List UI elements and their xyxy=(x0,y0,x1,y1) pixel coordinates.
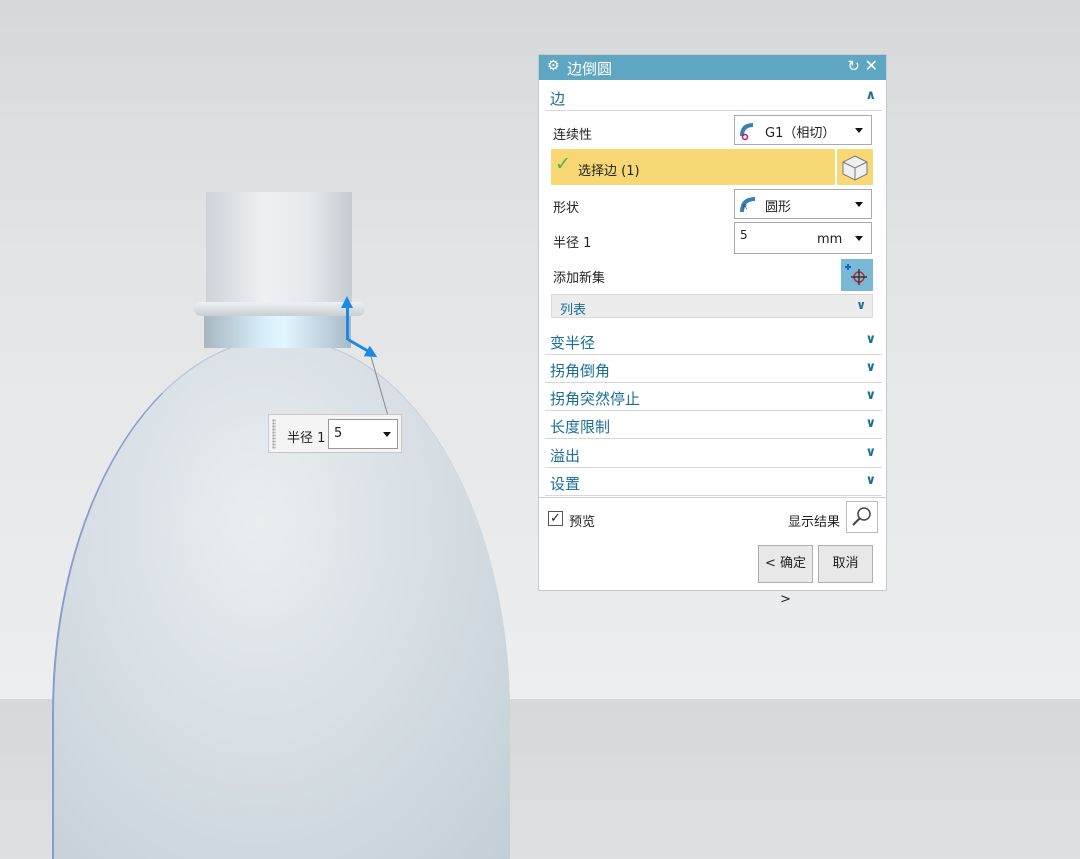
chevron-down-icon[interactable]: ∨ xyxy=(856,298,866,312)
section-stop-short[interactable]: 拐角突然停止 ∨ xyxy=(545,384,882,411)
chevron-down-icon[interactable] xyxy=(855,236,863,241)
preview-checkbox[interactable]: ✓ xyxy=(548,511,563,526)
radius-label: 半径 1 xyxy=(553,236,592,251)
section-corner-setback[interactable]: 拐角倒角 ∨ xyxy=(545,356,882,383)
reset-icon[interactable]: ↻ xyxy=(847,57,860,75)
chevron-down-icon[interactable]: ∨ xyxy=(865,473,876,488)
chevron-down-icon[interactable] xyxy=(383,432,391,437)
chevron-down-icon[interactable]: ∨ xyxy=(865,445,876,460)
dialog-title: 边倒圆 xyxy=(567,60,613,78)
section-edge[interactable]: 边 ∧ xyxy=(545,84,882,111)
continuity-select[interactable]: G1（相切） xyxy=(734,115,872,145)
list-toggle[interactable]: 列表 ∨ xyxy=(551,294,873,318)
section-edge-label: 边 xyxy=(550,90,566,108)
drag-grip-icon[interactable] xyxy=(272,419,276,449)
shape-value: 圆形 xyxy=(765,200,792,215)
edge-blend-dialog: ⚙ 边倒圆 ↻ ✕ 边 ∧ 连续性 G1（相切） ✓ 选择边 (1) 形状 R … xyxy=(538,54,887,607)
chevron-down-icon[interactable] xyxy=(855,202,863,207)
add-set-icon xyxy=(845,264,867,285)
radius-value: 5 xyxy=(740,228,748,242)
cube-icon xyxy=(842,155,868,181)
svg-text:R: R xyxy=(743,204,747,211)
continuity-label: 连续性 xyxy=(553,128,593,143)
section-label: 拐角突然停止 xyxy=(550,390,641,408)
continuity-value: G1（相切） xyxy=(765,126,836,141)
section-overflow[interactable]: 溢出 ∨ xyxy=(545,441,882,468)
preview-label: 预览 xyxy=(569,515,596,530)
cancel-button[interactable]: 取消 xyxy=(818,545,873,583)
select-edge-label: 选择边 (1) xyxy=(578,164,640,179)
bottle-neck[interactable] xyxy=(206,192,352,304)
circular-shape-icon: R xyxy=(740,197,756,213)
onscreen-radius-value: 5 xyxy=(334,426,343,441)
show-result-button[interactable] xyxy=(846,501,878,533)
section-label: 拐角倒角 xyxy=(550,362,611,380)
radius-input[interactable]: 5 mm xyxy=(734,222,872,254)
chevron-down-icon[interactable] xyxy=(855,128,863,133)
onscreen-radius-field[interactable]: 5 xyxy=(328,419,398,449)
section-label: 溢出 xyxy=(550,447,581,465)
onscreen-radius-label: 半径 1 xyxy=(287,431,326,446)
show-result-label: 显示结果 xyxy=(788,515,841,530)
add-new-set-label: 添加新集 xyxy=(553,271,606,286)
chevron-down-icon[interactable]: ∨ xyxy=(865,360,876,375)
selected-edge-highlight[interactable] xyxy=(204,316,351,348)
close-icon[interactable]: ✕ xyxy=(865,56,878,75)
divider xyxy=(539,497,886,498)
section-length-limit[interactable]: 长度限制 ∨ xyxy=(545,412,882,439)
add-new-set-button[interactable] xyxy=(841,259,873,291)
onscreen-radius-input: 半径 1 5 xyxy=(268,414,402,453)
section-label: 长度限制 xyxy=(550,418,611,436)
ok-button[interactable]: < 确定 > xyxy=(758,545,813,607)
tangent-continuity-icon xyxy=(740,123,754,141)
select-edge-row[interactable]: ✓ 选择边 (1) xyxy=(551,149,835,185)
checkmark-icon: ✓ xyxy=(555,153,571,175)
list-label: 列表 xyxy=(560,303,587,318)
radius-unit: mm xyxy=(817,232,843,247)
select-edge-button[interactable] xyxy=(837,149,873,185)
dialog-titlebar[interactable]: ⚙ 边倒圆 ↻ ✕ xyxy=(539,55,886,80)
section-label: 设置 xyxy=(550,475,581,493)
chevron-down-icon[interactable]: ∨ xyxy=(865,332,876,347)
bottle-flange[interactable] xyxy=(194,302,365,316)
chevron-down-icon[interactable]: ∨ xyxy=(865,416,876,431)
section-settings[interactable]: 设置 ∨ xyxy=(545,469,882,496)
chevron-up-icon[interactable]: ∧ xyxy=(865,88,876,103)
shape-select[interactable]: R 圆形 xyxy=(734,189,872,219)
section-variable-radius[interactable]: 变半径 ∨ xyxy=(545,328,882,355)
shape-label: 形状 xyxy=(553,201,580,216)
magnifier-icon xyxy=(852,507,871,526)
section-label: 变半径 xyxy=(550,334,596,352)
gear-icon: ⚙ xyxy=(547,58,560,74)
chevron-down-icon[interactable]: ∨ xyxy=(865,388,876,403)
arrow-head-icon xyxy=(341,296,353,308)
